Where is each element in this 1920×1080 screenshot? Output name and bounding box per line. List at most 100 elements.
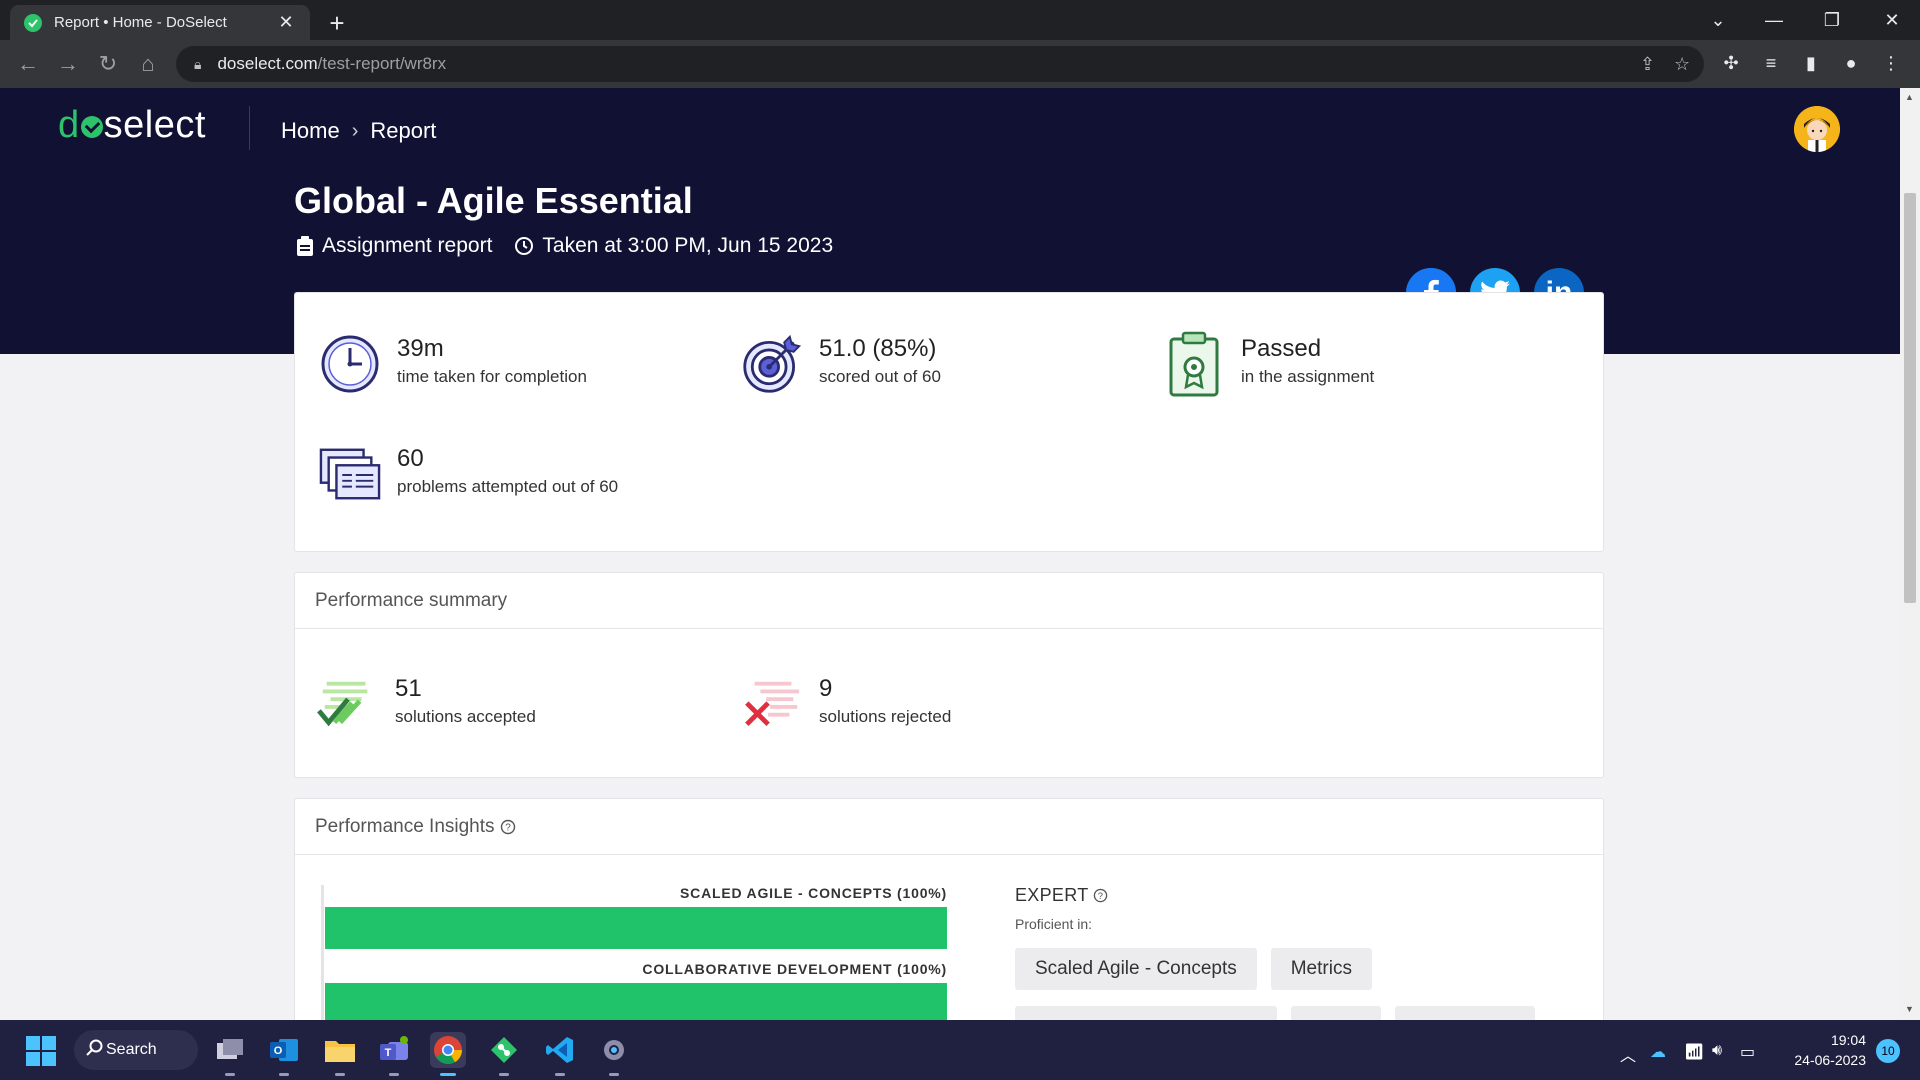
stat-problems: 60 problems attempted out of 60 [319, 443, 618, 505]
menu-kebab-icon[interactable]: ⋮ [1878, 50, 1904, 76]
teams-icon[interactable]: T [376, 1032, 412, 1076]
taskbar: Search O T ︿ ☁ 📶︎ 🔊︎ ▭ 19:04 24-06-2023 … [0, 1020, 1920, 1080]
media-queue-icon[interactable]: ≡ [1758, 50, 1784, 76]
page-scrollbar[interactable]: ▲ ▼ [1900, 88, 1920, 1020]
bookmark-star-icon[interactable]: ☆ [1674, 54, 1690, 75]
doselect-favicon-icon [24, 13, 42, 32]
onedrive-cloud-icon[interactable]: ☁ [1650, 1042, 1666, 1062]
reload-icon[interactable]: ↻ [94, 50, 122, 78]
side-panel-icon[interactable]: ▮ [1798, 50, 1824, 76]
stat-result-value: Passed [1241, 335, 1322, 362]
target-icon [741, 333, 803, 395]
breadcrumb-report: Report [370, 118, 437, 143]
outlook-icon[interactable]: O [266, 1032, 302, 1076]
performance-summary-card: Performance summary 51 solutions accepte… [294, 572, 1604, 778]
tag-placeholder[interactable] [1291, 1006, 1381, 1020]
performance-insights-title: Performance Insights [315, 815, 495, 837]
back-icon[interactable]: ← [14, 50, 42, 78]
svg-text:?: ? [1097, 891, 1103, 901]
tag-placeholder[interactable] [1395, 1006, 1535, 1020]
doselect-logo[interactable]: d select [58, 104, 206, 147]
search-icon [86, 1039, 104, 1062]
bar-label: SCALED AGILE - CONCEPTS (100%) [680, 885, 947, 901]
stats-card: 39m time taken for completion 51.0 (85%)… [294, 292, 1604, 552]
chrome-icon[interactable] [430, 1032, 466, 1076]
accepted-value: 51 [395, 675, 422, 702]
scrollbar-thumb[interactable] [1904, 193, 1916, 603]
tab-close-icon[interactable]: ✕ [276, 12, 296, 33]
bar[interactable] [325, 907, 947, 949]
bar[interactable] [325, 983, 947, 1020]
scroll-down-arrow-icon[interactable]: ▼ [1905, 1004, 1914, 1014]
taskbar-clock[interactable]: 19:04 24-06-2023 [1776, 1030, 1866, 1070]
stat-result-label: in the assignment [1241, 367, 1375, 386]
stat-score-value: 51.0 (85%) [819, 335, 937, 362]
address-bar[interactable]: 🔒︎ doselect.com/test-report/wr8rx ⇪ ☆ [176, 46, 1704, 82]
certificate-icon [1163, 331, 1225, 397]
home-icon[interactable]: ⌂ [134, 50, 162, 78]
performance-insights-card: Performance Insights ? SCALED AGILE - CO… [294, 798, 1604, 1020]
stat-time-label: time taken for completion [397, 367, 587, 386]
file-explorer-icon[interactable] [322, 1032, 358, 1076]
git-app-icon[interactable] [486, 1032, 522, 1076]
lock-icon[interactable]: 🔒︎ [194, 56, 201, 73]
level-label: EXPERT [1015, 885, 1089, 905]
clipboard-icon [296, 236, 314, 256]
tag-metrics[interactable]: Metrics [1270, 948, 1372, 990]
search-label: Search [106, 1041, 157, 1058]
stat-score: 51.0 (85%) scored out of 60 [741, 333, 941, 395]
clock-icon [319, 333, 381, 395]
stat-result: Passed in the assignment [1163, 331, 1375, 397]
restore-button[interactable]: ❐ [1806, 0, 1858, 40]
svg-text:T: T [385, 1047, 392, 1059]
browser-tab[interactable]: Report • Home - DoSelect ✕ [10, 5, 310, 40]
breadcrumb-home[interactable]: Home [281, 118, 340, 144]
level-help-icon[interactable]: ? [1093, 888, 1108, 903]
settings-gear-icon[interactable] [596, 1032, 632, 1076]
rejected-value: 9 [819, 675, 833, 702]
accepted-label: solutions accepted [395, 707, 536, 726]
minimize-button[interactable]: — [1748, 0, 1800, 40]
profile-icon[interactable]: ● [1838, 50, 1864, 76]
new-tab-button[interactable]: + [322, 8, 352, 38]
close-window-button[interactable]: ✕ [1866, 0, 1918, 40]
task-view-icon[interactable] [212, 1032, 248, 1076]
bar-label: COLLABORATIVE DEVELOPMENT (100%) [642, 961, 947, 977]
help-circle-icon[interactable]: ? [500, 819, 516, 835]
stat-time-value: 39m [397, 335, 444, 362]
wifi-icon[interactable]: 📶︎ [1684, 1042, 1704, 1062]
insights-bar-chart: SCALED AGILE - CONCEPTS (100%) COLLABORAT… [321, 885, 947, 1020]
scroll-up-arrow-icon[interactable]: ▲ [1905, 92, 1914, 102]
vscode-icon[interactable] [542, 1032, 578, 1076]
tag-placeholder[interactable] [1015, 1006, 1277, 1020]
report-type: Assignment report [322, 234, 493, 257]
clock-date: 24-06-2023 [1794, 1052, 1866, 1068]
clock-small-icon [514, 236, 534, 256]
notification-badge[interactable]: 10 [1876, 1039, 1900, 1063]
proficiency-tags-row2 [1015, 1006, 1575, 1020]
clock-time: 19:04 [1830, 1032, 1866, 1048]
svg-text:?: ? [505, 822, 511, 833]
stat-time: 39m time taken for completion [319, 333, 587, 395]
windows-start-icon[interactable] [26, 1036, 56, 1066]
share-icon[interactable]: ⇪ [1640, 54, 1655, 75]
taken-at: Taken at 3:00 PM, Jun 15 2023 [542, 234, 834, 257]
stat-problems-value: 60 [397, 445, 424, 472]
taskbar-search[interactable]: Search [74, 1030, 198, 1070]
tray-chevron-up-icon[interactable]: ︿ [1620, 1042, 1636, 1066]
avatar[interactable] [1794, 106, 1840, 152]
header-divider [249, 106, 250, 150]
proficiency-tags: Scaled Agile - Concepts Metrics [1015, 948, 1575, 990]
browser-tabstrip: Report • Home - DoSelect ✕ + ⌄ — ❐ ✕ [0, 0, 1920, 40]
insights-level-panel: EXPERT ? Proficient in: Scaled Agile - C… [1015, 885, 1575, 1020]
battery-icon[interactable]: ▭ [1740, 1042, 1755, 1062]
extensions-puzzle-icon[interactable]: ✣ [1718, 50, 1744, 76]
stat-score-label: scored out of 60 [819, 367, 941, 386]
volume-icon[interactable]: 🔊︎ [1712, 1042, 1722, 1060]
stat-accepted: 51 solutions accepted [317, 673, 536, 735]
browser-toolbar: ← → ↻ ⌂ 🔒︎ doselect.com/test-report/wr8r… [0, 40, 1920, 88]
tab-search-chevron-icon[interactable]: ⌄ [1692, 0, 1744, 40]
forward-icon[interactable]: → [54, 50, 82, 78]
test-meta: Assignment report Taken at 3:00 PM, Jun … [296, 234, 855, 258]
tag-scaled-agile[interactable]: Scaled Agile - Concepts [1015, 948, 1257, 990]
